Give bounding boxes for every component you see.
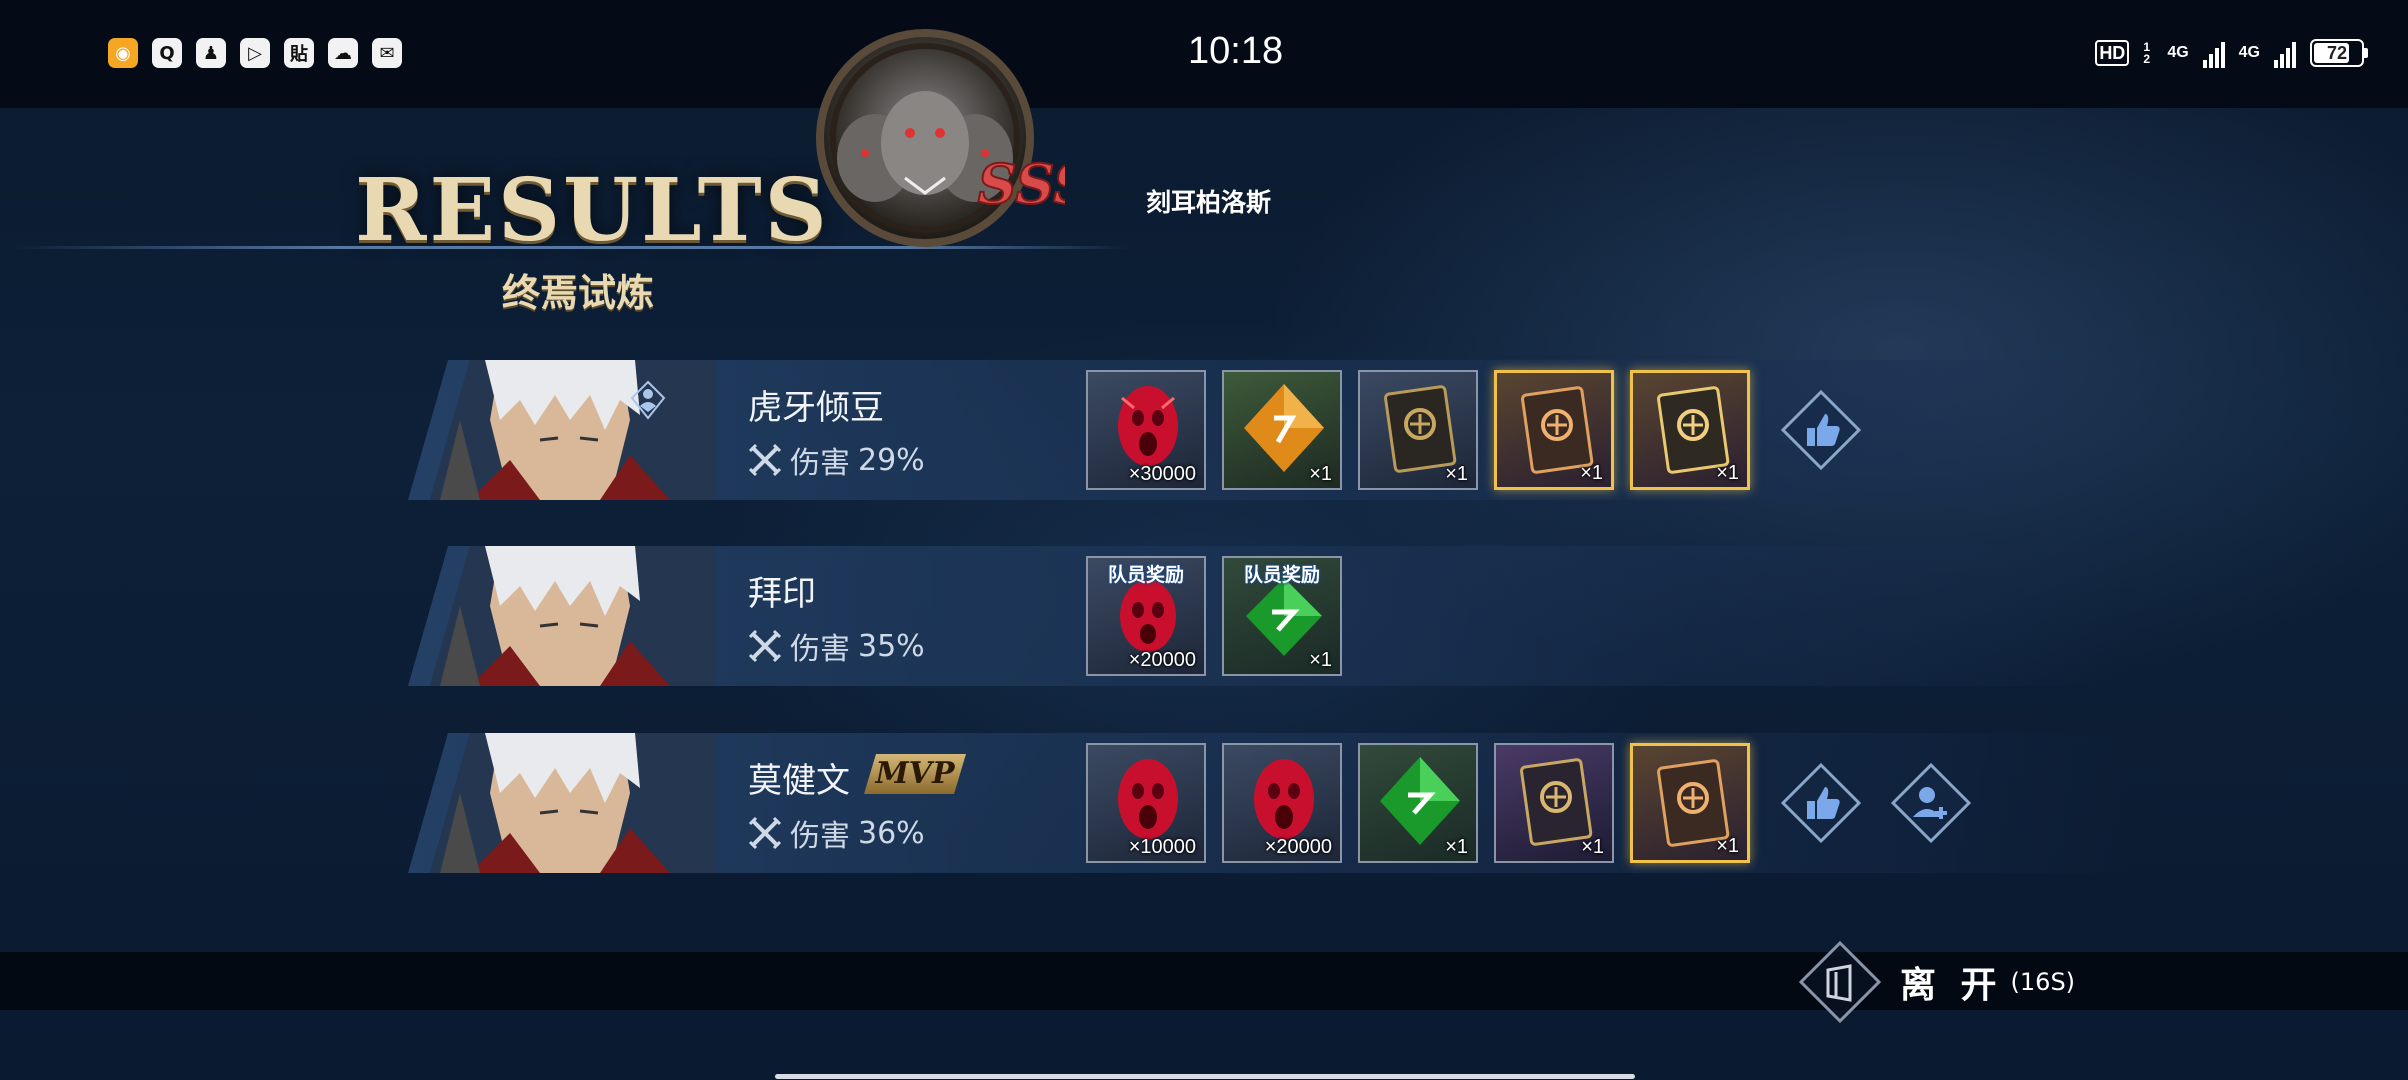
notification-icons: ◉ Q ♟ ▷ 貼 ☁ ✉ [108,38,402,68]
player-row-1: 虎牙倾豆 伤害 29% ×30000 ×1 ×1 ×1 ×1 [0,360,2408,500]
reward-qty: ×20000 [1128,649,1196,671]
damage-label: 伤害 [790,632,850,667]
player-row-3: 莫健文 MVP 伤害 36% ×10000 ×20000 ×1 ×1 ×1 [0,733,2408,873]
player-name: 莫健文 [748,761,850,801]
damage-label: 伤害 [790,819,850,854]
leave-label: 离 开 [1900,965,2003,1006]
damage-stat: 伤害 36% [748,811,925,855]
reward-qty: ×1 [1580,462,1603,484]
like-button[interactable] [1780,389,1862,471]
video-icon: ▷ [240,38,270,68]
player-name: 拜印 [748,574,816,614]
reward-item[interactable]: ×1 [1358,370,1478,490]
player-portrait [430,360,715,500]
hd-voice-icon: HD [2095,40,2130,66]
grade-badge: SSS [978,152,1065,216]
reward-item[interactable]: 队员奖励 ×1 [1222,556,1342,676]
reward-list: ×30000 ×1 ×1 ×1 ×1 [1086,370,1750,490]
signal-2-label: 4G [2238,44,2260,61]
qq-browser-icon: Q [152,38,182,68]
reward-item[interactable]: ×1 [1222,370,1342,490]
wechat-icon: ✉ [372,38,402,68]
reward-qty: ×1 [1445,836,1468,858]
damage-value: 35% [858,628,925,664]
player-name: 虎牙倾豆 [748,388,884,428]
reward-qty: ×1 [1309,649,1332,671]
reward-list: 队员奖励 ×20000 队员奖励 ×1 [1086,556,1342,676]
damage-value: 36% [858,815,925,851]
reward-item[interactable]: ×20000 [1222,743,1342,863]
reward-qty: ×1 [1309,463,1332,485]
boss-name: 刻耳柏洛斯 [1146,188,1272,217]
boss-emblem: SSS [816,29,1065,247]
reward-qty: ×10000 [1128,836,1196,858]
team-reward-tag: 队员奖励 [1107,564,1184,586]
signal-1-label: 4G [2167,44,2189,61]
damage-value: 29% [858,442,925,478]
reward-item[interactable]: ×1 [1494,743,1614,863]
reward-item[interactable]: ×1 [1630,370,1750,490]
crossed-swords-icon [748,816,782,850]
tieba-icon: 貼 [284,38,314,68]
signal-1-icon [2202,38,2225,68]
reward-qty: ×1 [1581,836,1604,858]
signal-2-icon [2274,38,2296,68]
player-portrait [430,733,715,873]
reward-item[interactable]: ×10000 [1086,743,1206,863]
reward-qty: ×1 [1716,462,1739,484]
crossed-swords-icon [748,443,782,477]
leave-countdown: (16S) [2010,968,2076,996]
damage-label: 伤害 [790,446,850,481]
crossed-swords-icon [748,629,782,663]
mvp-badge: MVP [864,754,966,794]
battery-level: 72 [2326,43,2348,63]
rank-diamond-icon [630,380,666,420]
reward-qty: ×20000 [1264,836,1332,858]
player-portrait [430,546,715,686]
reward-list: ×10000 ×20000 ×1 ×1 ×1 [1086,743,1750,863]
reward-item[interactable]: ×30000 [1086,370,1206,490]
clock: 10:18 [1188,30,1284,72]
reward-qty: ×1 [1445,463,1468,485]
reward-qty: ×1 [1716,835,1739,857]
status-indicators: HD 1 2 4G 4G 72 [2095,38,2368,68]
leave-button[interactable]: 离 开 (16S) [1798,940,2075,1024]
reward-item[interactable]: ×1 [1494,370,1614,490]
reward-item[interactable]: ×1 [1630,743,1750,863]
hd-sub-label: 1 2 [2143,40,2150,66]
damage-stat: 伤害 29% [748,438,925,482]
home-indicator[interactable] [775,1074,1635,1079]
qq-icon: ♟ [196,38,226,68]
reward-item[interactable]: 队员奖励 ×20000 [1086,556,1206,676]
reward-item[interactable]: ×1 [1358,743,1478,863]
team-reward-tag: 队员奖励 [1243,564,1320,586]
reward-qty: ×30000 [1128,463,1196,485]
cloud-icon: ☁ [328,38,358,68]
like-button[interactable] [1780,762,1862,844]
damage-stat: 伤害 35% [748,624,925,668]
trial-subtitle: 终焉试炼 [502,270,655,315]
app-notify-icon: ◉ [108,38,138,68]
status-bar: ◉ Q ♟ ▷ 貼 ☁ ✉ 10:18 HD 1 2 4G 4G 72 [0,0,2408,108]
battery-icon: 72 [2310,39,2368,67]
exit-door-icon [1798,940,1882,1024]
player-row-2: 拜印 伤害 35% 队员奖励 ×20000 队员奖励 ×1 [0,546,2408,686]
add-friend-button[interactable] [1890,762,1972,844]
